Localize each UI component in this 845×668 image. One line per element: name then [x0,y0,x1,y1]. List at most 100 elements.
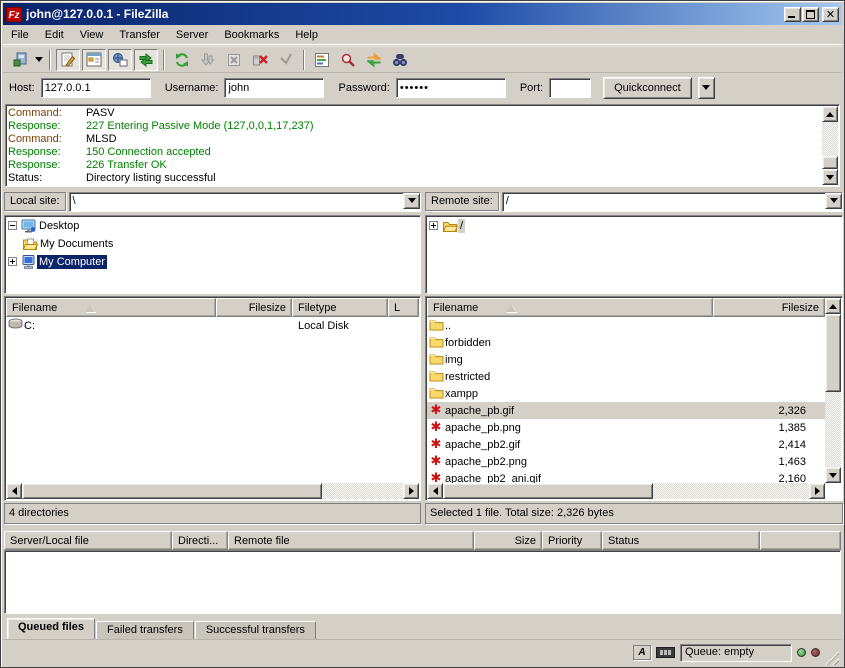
menu-file[interactable]: File [3,27,37,43]
disconnect-icon[interactable] [248,49,272,71]
cancel-operation-icon[interactable] [222,49,246,71]
menu-transfer[interactable]: Transfer [111,27,168,43]
remote-site-combobox[interactable]: / [502,192,843,212]
column-header-server-local-file[interactable]: Server/Local file [4,531,172,550]
filename-filters-icon[interactable] [310,49,334,71]
queue-body[interactable] [4,550,841,614]
chevron-down-icon[interactable] [403,193,420,209]
column-header-filetype[interactable]: Filetype [292,298,388,317]
log-line: Response:226 Transfer OK [8,159,821,172]
maximize-button[interactable] [802,7,819,22]
scroll-left-icon[interactable] [6,483,22,499]
remote-vertical-scrollbar[interactable] [825,298,841,483]
find-files-icon[interactable] [388,49,412,71]
local-site-combobox[interactable]: \ [69,192,421,212]
process-queue-icon[interactable] [196,49,220,71]
column-header-priority[interactable]: Priority [542,531,602,550]
toggle-transfer-queue-icon[interactable] [134,49,158,71]
remote-scroll-thumb[interactable] [825,314,841,392]
file-row[interactable]: img [427,351,825,368]
remote-scroll-thumb-h[interactable] [443,483,653,499]
tree-item-label[interactable]: My Documents [38,237,115,251]
refresh-icon[interactable] [170,49,194,71]
scroll-right-icon[interactable] [809,483,825,499]
local-horizontal-scrollbar[interactable] [6,483,419,499]
menu-view[interactable]: View [72,27,112,43]
scroll-down-icon[interactable] [822,169,838,185]
menu-help[interactable]: Help [287,27,326,43]
expand-icon[interactable] [8,257,17,266]
close-button[interactable]: ✕ [822,7,839,22]
column-header-direction[interactable]: Directi... [172,531,228,550]
encryption-indicator-icon [656,647,675,658]
toggle-message-log-icon[interactable] [56,49,80,71]
scroll-right-icon[interactable] [403,483,419,499]
host-input[interactable] [41,78,151,98]
column-header-filesize[interactable]: Filesize [713,298,825,317]
directory-comparison-icon[interactable] [336,49,360,71]
column-header-last-modified[interactable]: L [388,298,419,317]
username-input[interactable] [224,78,324,98]
tree-item-label[interactable]: / [458,219,465,233]
local-scroll-thumb[interactable] [22,483,322,499]
tree-item-label[interactable]: Desktop [37,219,81,233]
menu-edit[interactable]: Edit [37,27,72,43]
tree-item-desktop[interactable]: Desktop [5,217,420,234]
file-row[interactable]: .. [427,317,825,334]
expand-icon[interactable] [429,221,438,230]
column-header-filename[interactable]: Filename [427,298,713,317]
tree-item-root[interactable]: / [426,217,842,234]
tab-successful-transfers[interactable]: Successful transfers [195,621,316,640]
file-row[interactable]: restricted [427,368,825,385]
site-manager-dropdown-icon[interactable] [33,49,45,71]
resize-grip[interactable] [825,651,839,665]
file-row[interactable]: ✱apache_pb2.gif2,414 [427,436,825,453]
file-row-selected[interactable]: ✱apache_pb.gif2,326 [427,402,825,419]
local-site-value: \ [70,193,403,211]
local-scroll-track[interactable] [22,483,403,499]
file-row[interactable]: ✱apache_pb2.png1,463 [427,453,825,470]
minimize-button[interactable] [784,7,801,22]
log-scroll-track[interactable] [822,122,838,169]
chevron-down-icon[interactable] [825,193,842,209]
scroll-down-icon[interactable] [825,467,841,483]
port-input[interactable] [549,78,591,98]
column-header-status[interactable]: Status [602,531,760,550]
file-row[interactable]: ✱apache_pb.png1,385 [427,419,825,436]
toggle-remote-tree-icon[interactable] [108,49,132,71]
log-scroll-thumb[interactable] [822,156,838,169]
password-input[interactable] [396,78,506,98]
file-row[interactable]: forbidden [427,334,825,351]
file-row[interactable]: ✱apache_pb2_ani.gif2,160 [427,470,825,483]
remote-scroll-track[interactable] [825,314,841,467]
column-header-remote-file[interactable]: Remote file [228,531,474,550]
collapse-icon[interactable] [8,221,17,230]
remote-scroll-track-h[interactable] [443,483,809,499]
remote-horizontal-scrollbar[interactable] [427,483,825,499]
column-header-filename[interactable]: Filename [6,298,216,317]
file-row-c-drive[interactable]: C: Local Disk [6,317,388,334]
quickconnect-button[interactable]: Quickconnect [603,77,692,99]
column-header-size[interactable]: Size [474,531,542,550]
tree-item-label[interactable]: My Computer [37,255,107,269]
tab-failed-transfers[interactable]: Failed transfers [96,621,194,640]
tab-queued-files[interactable]: Queued files [7,618,95,640]
local-status-text: 4 directories [4,503,421,524]
synchronized-browsing-icon[interactable] [362,49,386,71]
file-name: apache_pb2.png [445,456,711,468]
scroll-up-icon[interactable] [825,298,841,314]
column-header-filesize[interactable]: Filesize [216,298,292,317]
scroll-up-icon[interactable] [822,106,838,122]
file-row[interactable]: xampp [427,385,825,402]
reconnect-icon[interactable] [274,49,298,71]
tree-item-my-documents[interactable]: My Documents [5,235,420,252]
toggle-local-tree-icon[interactable] [82,49,106,71]
quickconnect-dropdown-icon[interactable] [698,77,715,99]
menu-server[interactable]: Server [168,27,216,43]
menu-bookmarks[interactable]: Bookmarks [216,27,287,43]
log-vertical-scrollbar[interactable] [822,106,838,185]
tree-item-my-computer[interactable]: My Computer [5,253,420,270]
scroll-left-icon[interactable] [427,483,443,499]
column-label: L [394,302,400,314]
site-manager-icon[interactable] [8,49,32,71]
